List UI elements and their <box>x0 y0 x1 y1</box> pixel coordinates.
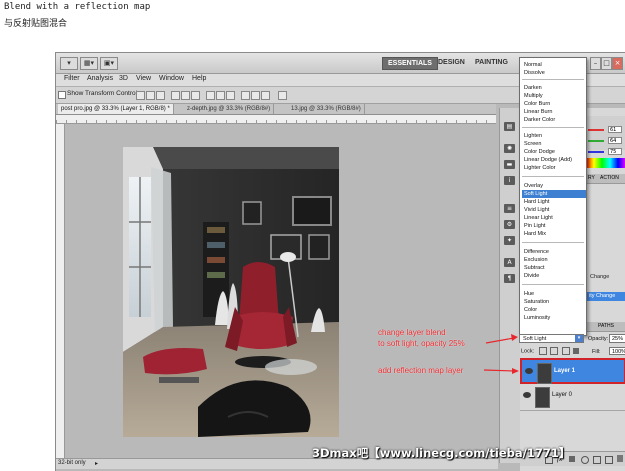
caption-english: Blend with a reflection map <box>4 2 151 12</box>
photoshop-window: ▾ ▦▾ ▣▾ ESSENTIALS DESIGN PAINTING – □ ×… <box>55 52 625 471</box>
caption-chinese: 与反射贴图混合 <box>4 19 68 29</box>
status-menu-arrow-icon[interactable]: ▸ <box>95 460 98 467</box>
annotation-arrows <box>483 334 519 374</box>
watermark-text: 3Dmax吧【www.linecg.com/tieba/1771】 <box>312 446 571 460</box>
status-text: 32-bit only <box>58 460 86 466</box>
